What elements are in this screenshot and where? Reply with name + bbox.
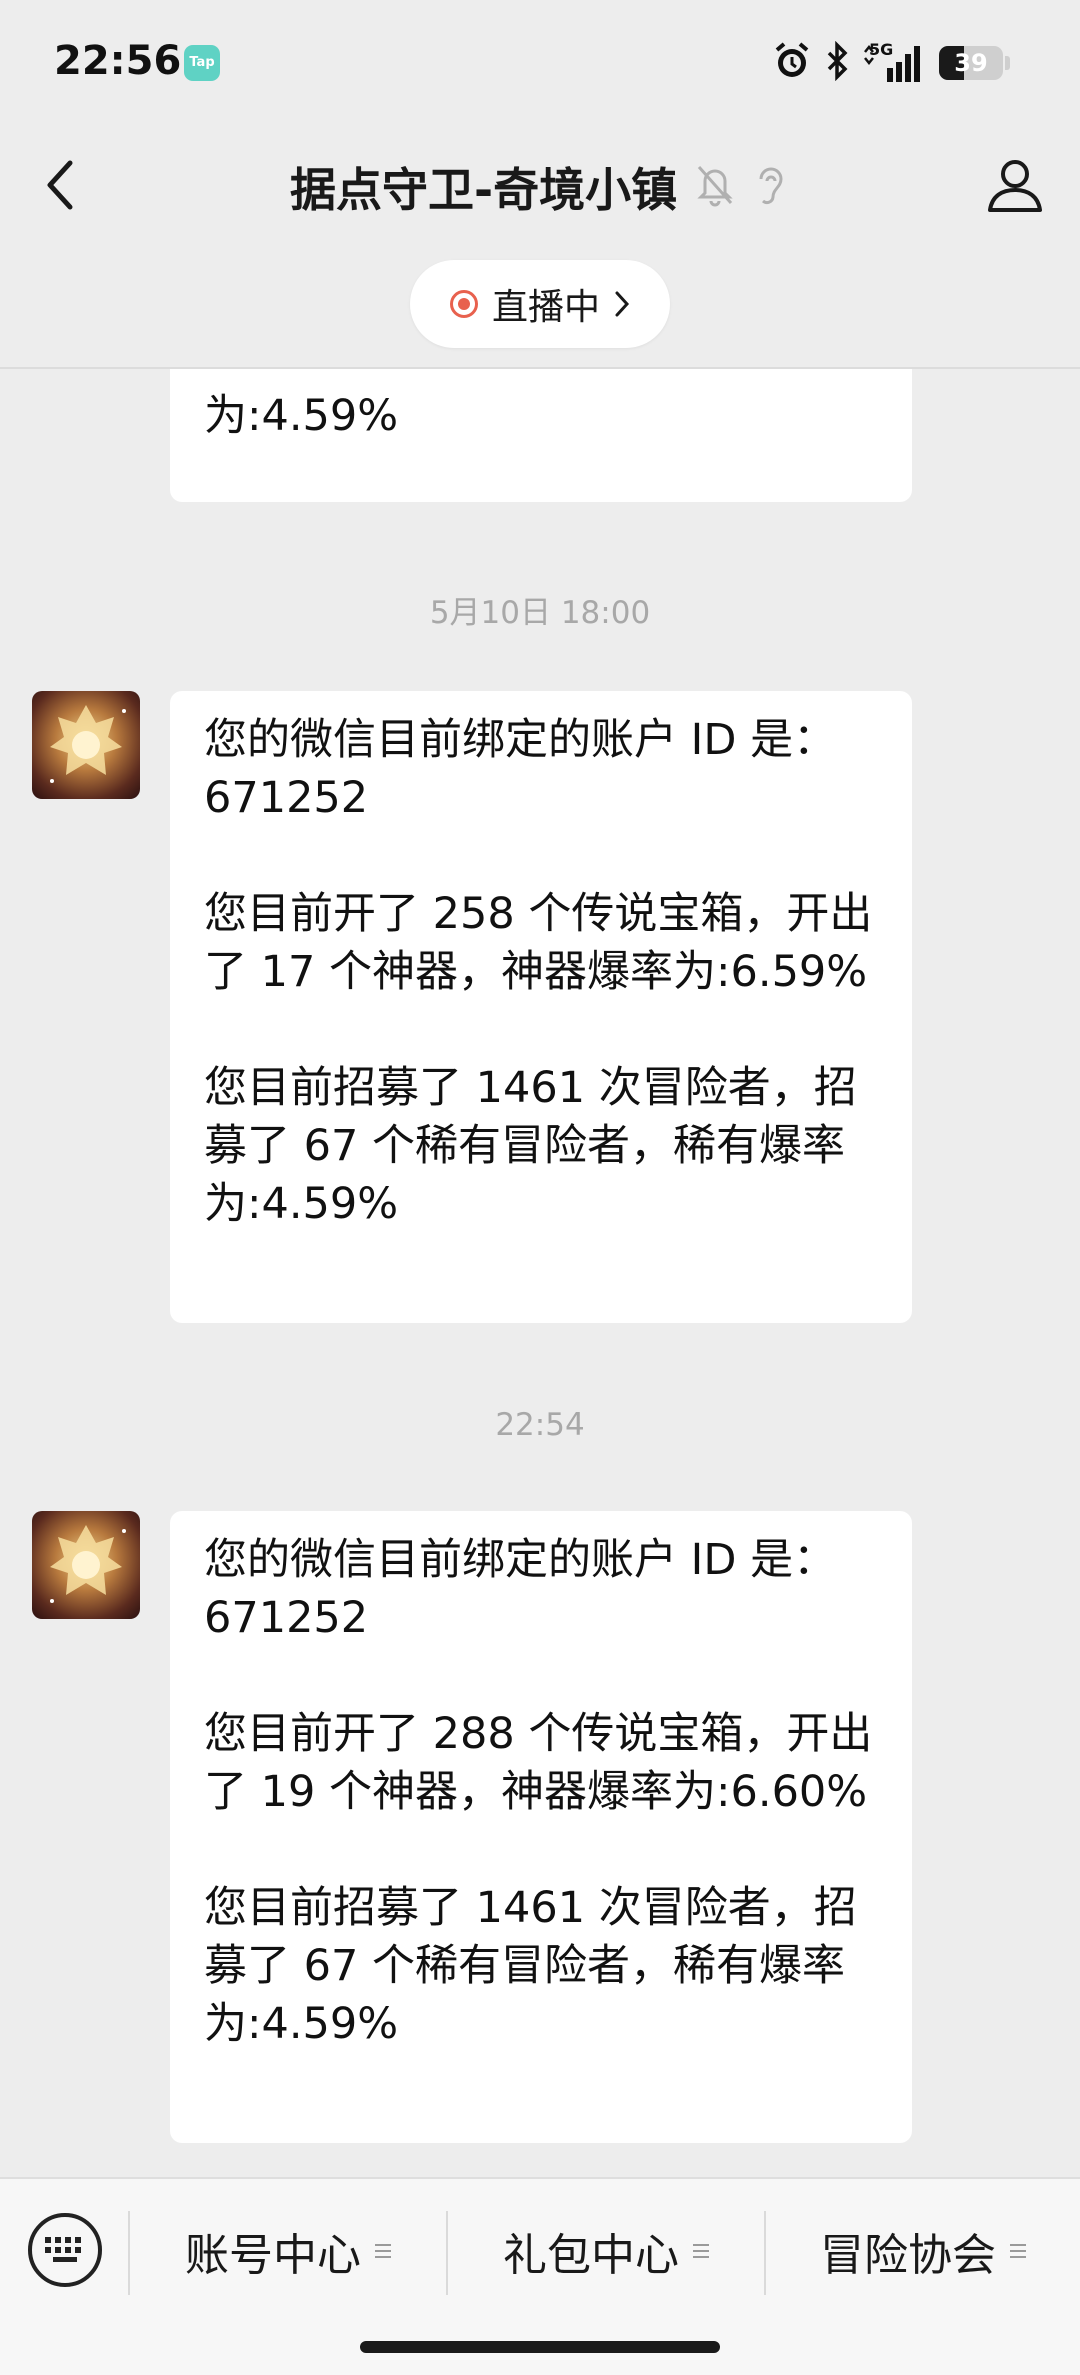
message-list[interactable]: 为:4.59% 5月10日 18:00 您的微信目前绑定的账户 ID 是：671… xyxy=(0,369,1080,2177)
menu-label: 礼包中心 xyxy=(503,2230,679,2281)
profile-button[interactable] xyxy=(980,150,1050,220)
back-icon xyxy=(47,160,73,210)
emblem-icon xyxy=(50,705,126,783)
nav-title-group: 据点守卫-奇境小镇 xyxy=(290,154,787,220)
message-bubble[interactable]: 为:4.59% xyxy=(170,369,912,502)
status-bar: 22:56 Tap 5G 39 xyxy=(0,0,1080,120)
submenu-icon xyxy=(375,2244,391,2258)
bluetooth-icon xyxy=(825,40,849,85)
menu-adventure-guild[interactable]: 冒险协会 xyxy=(766,2207,1080,2295)
official-account-avatar[interactable] xyxy=(32,1511,140,1619)
back-button[interactable] xyxy=(30,150,90,220)
message-text: 为:4.59% xyxy=(204,391,399,441)
ear-icon xyxy=(753,163,787,211)
message-bubble[interactable]: 您的微信目前绑定的账户 ID 是：671252 您目前开了 288 个传说宝箱，… xyxy=(170,1511,912,2143)
chevron-right-icon xyxy=(615,291,630,317)
battery-indicator: 39 xyxy=(939,46,1003,80)
submenu-icon xyxy=(1010,2244,1026,2258)
message-timestamp: 22:54 xyxy=(495,1407,585,1443)
official-account-avatar[interactable] xyxy=(32,691,140,799)
status-icons: 5G 39 xyxy=(773,38,1010,88)
chat-title: 据点守卫-奇境小镇 xyxy=(290,163,678,217)
keyboard-icon xyxy=(45,2237,81,2262)
message-paragraph: 您的微信目前绑定的账户 ID 是：671252 xyxy=(204,715,837,823)
alarm-icon xyxy=(773,41,811,85)
message-paragraph: 您目前开了 258 个传说宝箱，开出了 17 个神器，神器爆率为:6.59% xyxy=(204,889,873,997)
message-paragraph: 您目前开了 288 个传说宝箱，开出了 19 个神器，神器爆率为:6.60% xyxy=(204,1709,873,1817)
nav-bar: 据点守卫-奇境小镇 xyxy=(0,120,1080,250)
live-stream-button[interactable]: 直播中 xyxy=(410,260,670,348)
keyboard-toggle-button[interactable] xyxy=(28,2213,102,2287)
chat-screen: 22:56 Tap 5G 39 据点守卫-奇境小镇 直播中 为:4.59% 5月… xyxy=(0,0,1080,2375)
submenu-icon xyxy=(693,2244,709,2258)
live-label: 直播中 xyxy=(491,287,600,328)
live-record-icon xyxy=(449,290,478,318)
mute-bell-icon xyxy=(695,163,735,211)
emblem-icon xyxy=(50,1525,126,1603)
message-timestamp: 5月10日 18:00 xyxy=(429,595,651,631)
home-indicator[interactable] xyxy=(360,2341,720,2353)
message-paragraph: 您目前招募了 1461 次冒险者，招募了 67 个稀有冒险者，稀有爆率为:4.5… xyxy=(204,1063,857,1229)
menu-label: 冒险协会 xyxy=(820,2230,996,2281)
menu-account-center[interactable]: 账号中心 xyxy=(130,2207,446,2295)
message-paragraph: 您的微信目前绑定的账户 ID 是：671252 xyxy=(204,1535,837,1643)
cellular-signal-icon: 5G xyxy=(863,40,925,84)
battery-cap xyxy=(1005,56,1010,70)
menu-label: 账号中心 xyxy=(185,2230,361,2281)
message-paragraph: 您目前招募了 1461 次冒险者，招募了 67 个稀有冒险者，稀有爆率为:4.5… xyxy=(204,1883,857,2049)
battery-level: 39 xyxy=(954,49,988,77)
profile-icon xyxy=(988,160,1042,212)
message-bubble[interactable]: 您的微信目前绑定的账户 ID 是：671252 您目前开了 258 个传说宝箱，… xyxy=(170,691,912,1323)
menu-gift-center[interactable]: 礼包中心 xyxy=(448,2207,764,2295)
status-time: 22:56 xyxy=(54,38,182,84)
tap-app-icon: Tap xyxy=(184,45,220,81)
